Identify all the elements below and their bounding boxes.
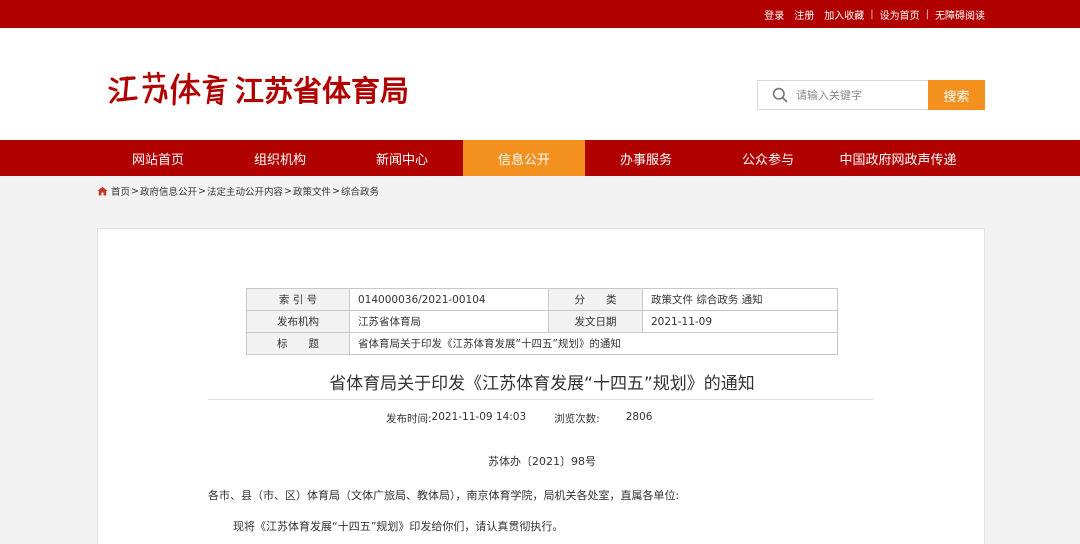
article-paragraph: 现将《江苏体育发展“十四五”规划》印发给你们，请认真贯彻执行。 [233, 520, 564, 533]
table-row: 标 题 省体育局关于印发《江苏体育发展“十四五”规划》的通知 [246, 332, 838, 355]
breadcrumb-gov-info[interactable]: 政府信息公开 [140, 184, 197, 198]
breadcrumb-separator: > [198, 185, 206, 197]
search-button[interactable]: 搜索 [928, 80, 985, 110]
nav-organization[interactable]: 组织机构 [219, 140, 341, 176]
publisher-value: 江苏省体育局 [349, 310, 549, 333]
divider [208, 399, 873, 400]
breadcrumb-separator: > [283, 185, 292, 197]
article-paragraph: 各市、县（市、区）体育局（文体广旅局、教体局），南京体育学院，局机关各处室，直属… [208, 489, 680, 502]
search-bar: 搜索 [757, 80, 985, 110]
nav-gov-voice[interactable]: 中国政府网政声传递 [829, 140, 967, 176]
date-label: 发文日期 [548, 310, 643, 333]
home-icon [97, 186, 108, 196]
breadcrumb-separator: > [331, 185, 340, 197]
calligraphy-logo-icon [108, 71, 228, 106]
breadcrumb-policy-docs[interactable]: 政策文件 [293, 184, 331, 198]
breadcrumb: 首页 > 政府信息公开 > 法定主动公开内容 > 政策文件 > 综合政务 [97, 184, 379, 198]
set-homepage-link[interactable]: 设为首页 [880, 7, 920, 22]
category-value: 政策文件 综合政务 通知 [642, 288, 838, 311]
add-favorite-link[interactable]: 加入收藏 [824, 7, 864, 22]
login-link[interactable]: 登录 [764, 7, 784, 22]
top-bar: 登录 注册 加入收藏 | 设为首页 | 无障碍阅读 [0, 0, 1080, 28]
publish-info: 发布时间: 2021-11-09 14:03 浏览次数: 2806 [386, 411, 652, 426]
breadcrumb-separator: > [131, 185, 139, 197]
index-label: 索 引 号 [246, 288, 350, 311]
breadcrumb-general-affairs[interactable]: 综合政务 [341, 184, 379, 198]
site-logo[interactable]: 江苏省体育局 [108, 68, 409, 110]
accessibility-link[interactable]: 无障碍阅读 [935, 7, 985, 22]
register-link[interactable]: 注册 [794, 7, 814, 22]
breadcrumb-statutory[interactable]: 法定主动公开内容 [207, 184, 283, 198]
index-value: 014000036/2021-00104 [349, 288, 549, 311]
nav-news[interactable]: 新闻中心 [341, 140, 463, 176]
divider: | [870, 8, 874, 20]
views-count: 2806 [625, 411, 653, 423]
publish-time-value: 2021-11-09 14:03 [431, 411, 527, 423]
publish-time-label: 发布时间: [386, 413, 432, 425]
views-label: 浏览次数: [554, 413, 600, 425]
page-title: 省体育局关于印发《江苏体育发展“十四五”规划》的通知 [329, 374, 755, 394]
site-header: 江苏省体育局 搜索 [0, 28, 1080, 140]
date-value: 2021-11-09 [642, 310, 838, 333]
nav-services[interactable]: 办事服务 [585, 140, 707, 176]
search-box [757, 80, 928, 110]
divider: | [925, 8, 929, 20]
table-row: 索 引 号 014000036/2021-00104 分 类 政策文件 综合政务… [246, 288, 838, 311]
category-label: 分 类 [548, 288, 643, 311]
top-links: 登录 注册 加入收藏 | 设为首页 | 无障碍阅读 [764, 0, 985, 28]
title-label: 标 题 [246, 332, 350, 355]
content-panel: 索 引 号 014000036/2021-00104 分 类 政策文件 综合政务… [97, 228, 985, 544]
document-number: 苏体办〔2021〕98号 [488, 455, 596, 468]
search-input[interactable] [796, 88, 916, 102]
search-icon [772, 87, 788, 103]
document-meta-table: 索 引 号 014000036/2021-00104 分 类 政策文件 综合政务… [246, 288, 838, 355]
nav-participation[interactable]: 公众参与 [707, 140, 829, 176]
nav-info-disclosure[interactable]: 信息公开 [463, 140, 585, 176]
main-nav: 网站首页 组织机构 新闻中心 信息公开 办事服务 公众参与 中国政府网政声传递 [0, 140, 1080, 176]
title-value: 省体育局关于印发《江苏体育发展“十四五”规划》的通知 [349, 332, 838, 355]
breadcrumb-home[interactable]: 首页 [111, 184, 130, 198]
table-row: 发布机构 江苏省体育局 发文日期 2021-11-09 [246, 310, 838, 333]
nav-home[interactable]: 网站首页 [97, 140, 219, 176]
publisher-label: 发布机构 [246, 310, 350, 333]
site-name: 江苏省体育局 [235, 74, 410, 108]
